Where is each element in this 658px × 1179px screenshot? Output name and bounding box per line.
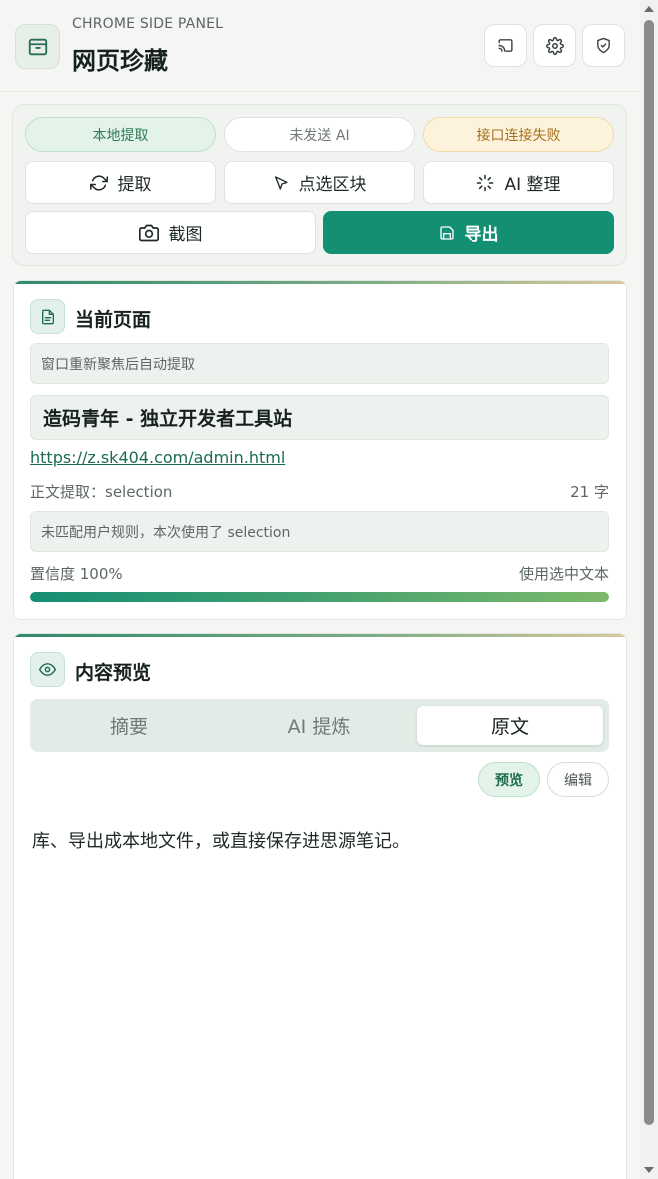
current-page-card: 当前页面 窗口重新聚焦后自动提取 造码青年 - 独立开发者工具站 https:/… bbox=[13, 280, 627, 620]
card-accent bbox=[14, 634, 626, 637]
side-panel: CHROME SIDE PANEL 网页珍藏 本地提取 未发送 AI 接口连接失… bbox=[0, 0, 640, 1179]
cast-button[interactable] bbox=[484, 24, 527, 67]
file-text-icon bbox=[30, 299, 65, 334]
shield-check-icon bbox=[597, 37, 610, 54]
scroll-down-arrow-icon[interactable] bbox=[644, 1167, 654, 1173]
status-badge-ai: 未发送 AI bbox=[224, 117, 415, 152]
preview-content: 库、导出成本地文件，或直接保存进思源笔记。 bbox=[32, 831, 410, 852]
app-title: 网页珍藏 bbox=[72, 47, 168, 75]
screenshot-button[interactable]: 截图 bbox=[25, 211, 316, 254]
page-title-text: 造码青年 - 独立开发者工具站 bbox=[43, 408, 293, 430]
page-url-link[interactable]: https://z.sk404.com/admin.html bbox=[30, 448, 285, 467]
loader-icon bbox=[477, 174, 494, 191]
tab-original[interactable]: 原文 bbox=[417, 706, 603, 745]
save-icon bbox=[439, 225, 454, 240]
confidence-label: 置信度 100% bbox=[30, 565, 123, 583]
confidence-bar bbox=[30, 592, 609, 602]
scroll-up-arrow-icon[interactable] bbox=[644, 6, 654, 12]
screenshot-label: 截图 bbox=[168, 225, 203, 245]
confidence-bar-fill bbox=[30, 592, 609, 602]
tab-summary[interactable]: 摘要 bbox=[36, 706, 222, 745]
eyebrow-label: CHROME SIDE PANEL bbox=[72, 16, 224, 32]
current-page-title: 当前页面 bbox=[75, 309, 152, 331]
extract-button[interactable]: 提取 bbox=[25, 161, 216, 204]
rule-note-text: 未匹配用户规则，本次使用了 selection bbox=[41, 524, 291, 541]
camera-icon bbox=[138, 224, 159, 241]
scrollbar[interactable] bbox=[640, 0, 658, 1179]
extract-method: 正文提取：selection bbox=[30, 483, 173, 501]
ai-organize-label: AI 整理 bbox=[504, 175, 561, 195]
export-label: 导出 bbox=[464, 225, 499, 245]
rule-note: 未匹配用户规则，本次使用了 selection bbox=[30, 511, 609, 552]
confidence-row: 置信度 100% 使用选中文本 bbox=[30, 563, 609, 584]
cursor-icon bbox=[274, 175, 288, 190]
ai-organize-button[interactable]: AI 整理 bbox=[423, 161, 614, 204]
scroll-thumb[interactable] bbox=[644, 20, 654, 1125]
settings-button[interactable] bbox=[533, 24, 576, 67]
tab-ai-refine[interactable]: AI 提炼 bbox=[226, 706, 412, 745]
cast-icon bbox=[498, 39, 513, 52]
preview-tabs: 摘要 AI 提炼 原文 bbox=[30, 699, 609, 752]
pick-block-button[interactable]: 点选区块 bbox=[224, 161, 415, 204]
auto-extract-hint-text: 窗口重新聚焦后自动提取 bbox=[41, 356, 195, 373]
status-badge-local: 本地提取 bbox=[25, 117, 216, 152]
page-title-field[interactable]: 造码青年 - 独立开发者工具站 bbox=[30, 395, 609, 440]
auto-extract-hint: 窗口重新聚焦后自动提取 bbox=[30, 343, 609, 384]
gear-icon bbox=[545, 36, 564, 55]
pick-block-label: 点选区块 bbox=[298, 175, 367, 195]
status-badge-api: 接口连接失败 bbox=[423, 117, 614, 152]
preview-mode-button[interactable]: 预览 bbox=[478, 762, 540, 797]
eye-icon bbox=[30, 652, 65, 687]
source-label: 使用选中文本 bbox=[518, 565, 609, 583]
privacy-button[interactable] bbox=[582, 24, 625, 67]
preview-title: 内容预览 bbox=[75, 662, 152, 684]
control-card: 本地提取 未发送 AI 接口连接失败 提取 点选区块 AI 整理 截图 导出 bbox=[12, 104, 627, 266]
extract-meta-row: 正文提取：selection 21 字 bbox=[30, 481, 609, 502]
header: CHROME SIDE PANEL 网页珍藏 bbox=[0, 0, 640, 92]
char-count: 21 字 bbox=[570, 483, 609, 501]
preview-card: 内容预览 摘要 AI 提炼 原文 预览 编辑 库、导出成本地文件，或直接保存进思… bbox=[13, 633, 627, 1179]
card-accent bbox=[14, 281, 626, 284]
archive-icon bbox=[15, 24, 60, 69]
export-button[interactable]: 导出 bbox=[323, 211, 614, 254]
extract-label: 提取 bbox=[117, 175, 152, 195]
refresh-icon bbox=[89, 174, 108, 191]
edit-mode-button[interactable]: 编辑 bbox=[547, 762, 609, 797]
